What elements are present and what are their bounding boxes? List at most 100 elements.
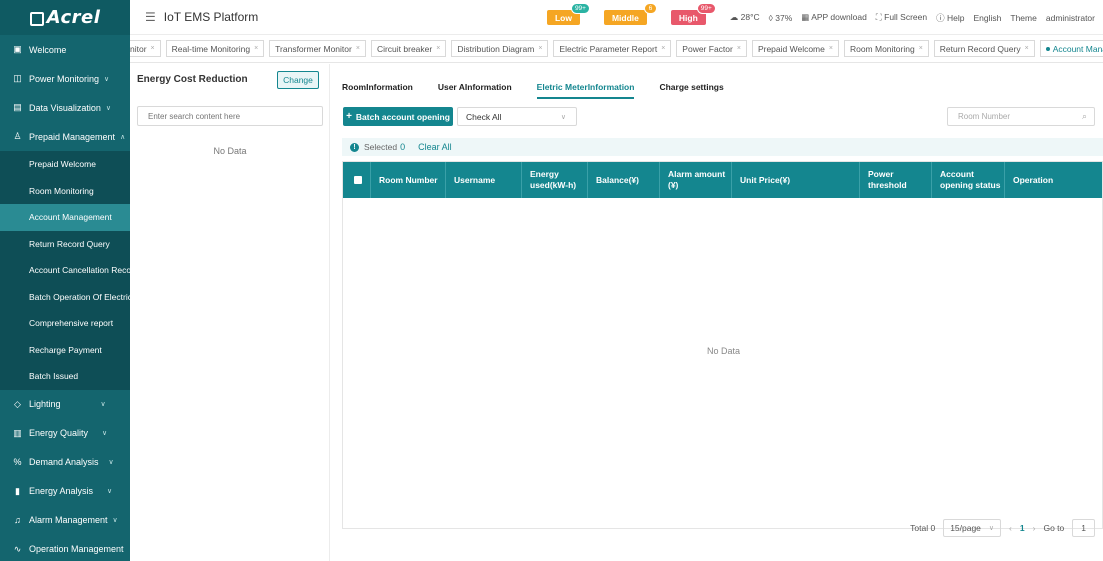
col-balance: Balance(¥) — [588, 162, 660, 198]
alarm-icon: ♫ — [14, 515, 21, 525]
page-tab[interactable]: Room Monitoring × — [843, 40, 929, 57]
app-download-label: APP download — [811, 12, 867, 22]
close-icon[interactable]: × — [661, 45, 665, 52]
sidebar-item-power-monitoring[interactable]: ◫ Power Monitoring ∨ — [0, 64, 130, 93]
sidebar-subitem-label: Account Management — [29, 212, 112, 223]
help-button[interactable]: ⓘ Help — [936, 12, 964, 24]
page-tab[interactable]: Electric Parameter Report × — [553, 40, 672, 57]
tab-user-information[interactable]: User AInformation — [438, 82, 512, 99]
sidebar: Acrel ▣ Welcome ◫ Power Monitoring ∨ ▤ D… — [0, 0, 130, 561]
full-screen-label: Full Screen — [884, 12, 928, 22]
sidebar-item-demand-analysis[interactable]: % Demand Analysis ∨ — [0, 448, 130, 477]
goto-page-input[interactable]: 1 — [1072, 519, 1095, 537]
prev-page-icon[interactable]: ‹ — [1009, 523, 1012, 533]
weather-readout: ☁ 28°C — [730, 12, 760, 23]
close-icon[interactable]: × — [356, 45, 360, 52]
alarm-high-pill[interactable]: High 99+ — [670, 3, 716, 25]
chevron-down-icon: ∨ — [107, 488, 113, 495]
page-tab-label: Return Record Query — [939, 43, 1021, 54]
page-tab[interactable]: Prepaid Welcome × — [751, 40, 839, 57]
close-icon[interactable]: × — [829, 45, 833, 52]
sidebar-item-lighting[interactable]: ◇ Lighting ∨ — [0, 390, 130, 419]
alarm-middle-pill[interactable]: Middle 6 — [603, 3, 657, 25]
page-number-current[interactable]: 1 — [1020, 523, 1025, 533]
page-tab[interactable]: nitor × — [130, 40, 161, 57]
alarm-low-pill[interactable]: Low 99+ — [546, 3, 590, 25]
sidebar-item-label: Power Monitoring — [29, 73, 100, 84]
room-number-placeholder: Room Number — [958, 112, 1011, 121]
close-icon[interactable]: × — [151, 45, 155, 52]
sidebar-item-prepaid-management[interactable]: ♙ Prepaid Management ∧ — [0, 122, 130, 151]
plus-icon: + — [346, 111, 352, 122]
selected-label: Selected — [364, 142, 398, 152]
theme-button[interactable]: Theme — [1010, 13, 1036, 23]
sidebar-item-label: Data Visualization — [29, 102, 101, 113]
sidebar-subitem-return-record-query[interactable]: Return Record Query — [0, 230, 130, 257]
page-tab[interactable]: Circuit breaker × — [370, 40, 447, 57]
page-tab[interactable]: Return Record Query × — [933, 40, 1035, 57]
page-tab[interactable]: Transformer Monitor × — [269, 40, 366, 57]
sidebar-item-energy-quality[interactable]: ▥ Energy Quality ∨ — [0, 419, 130, 448]
page-tab[interactable]: Real-time Monitoring × — [165, 40, 265, 57]
sidebar-item-alarm-management[interactable]: ♫ Alarm Management ∨ — [0, 506, 130, 535]
sidebar-subitem-batch-operation[interactable]: Batch Operation Of Electric — [0, 283, 130, 310]
page-tab-label: Room Monitoring — [849, 43, 915, 54]
close-icon[interactable]: × — [254, 45, 258, 52]
language-selector[interactable]: English — [974, 13, 1002, 23]
search-icon[interactable]: ⌕ — [1082, 111, 1087, 122]
sidebar-item-welcome[interactable]: ▣ Welcome — [0, 35, 130, 64]
close-icon[interactable]: × — [919, 45, 923, 52]
page-tab[interactable]: Distribution Diagram × — [451, 40, 549, 57]
change-button[interactable]: Change — [277, 71, 319, 89]
sidebar-subitem-batch-issued[interactable]: Batch Issued — [0, 363, 130, 390]
room-number-search[interactable]: Room Number ⌕ — [947, 107, 1095, 126]
alarm-count-badge: 99+ — [696, 3, 716, 14]
table-header: Room Number Username Energy used(kW-h) B… — [343, 162, 1102, 198]
sidebar-subitem-label: Batch Operation Of Electric — [29, 291, 130, 302]
user-menu[interactable]: administrator — [1046, 13, 1095, 23]
tree-search-input[interactable] — [137, 106, 323, 126]
sidebar-item-data-visualization[interactable]: ▤ Data Visualization ∨ — [0, 93, 130, 122]
sidebar-subitem-comprehensive-report[interactable]: Comprehensive report — [0, 310, 130, 337]
tab-meter-information[interactable]: Eletric MeterInformation — [536, 82, 635, 99]
batch-account-opening-button[interactable]: + Batch account opening — [343, 107, 453, 126]
close-icon[interactable]: × — [737, 45, 741, 52]
sidebar-subitem-label: Account Cancellation Record — [29, 265, 130, 276]
chevron-down-icon: ∨ — [100, 401, 106, 408]
next-page-icon[interactable]: › — [1033, 523, 1036, 533]
sidebar-subitem-room-monitoring[interactable]: Room Monitoring — [0, 177, 130, 204]
tab-room-information[interactable]: RoomInformation — [342, 82, 413, 99]
sidebar-subitem-prepaid-welcome[interactable]: Prepaid Welcome — [0, 151, 130, 178]
sidebar-item-energy-analysis[interactable]: ▮ Energy Analysis ∨ — [0, 477, 130, 506]
fullscreen-icon: ⛶ — [875, 12, 882, 22]
users-icon: ♙ — [13, 131, 22, 141]
sidebar-subitem-recharge-payment[interactable]: Recharge Payment — [0, 336, 130, 363]
page-size-select[interactable]: 15/page ∨ — [943, 519, 1002, 537]
help-label: Help — [947, 12, 965, 23]
close-icon[interactable]: × — [538, 45, 542, 52]
chevron-down-icon: ∨ — [560, 113, 566, 121]
page-tab[interactable]: Power Factor × — [676, 40, 747, 57]
select-all-checkbox[interactable] — [354, 176, 362, 184]
pager-total: Total 0 — [910, 523, 936, 533]
bar-chart-icon: ▮ — [15, 485, 20, 496]
sidebar-item-operation-management[interactable]: ∿ Operation Management — [0, 535, 130, 561]
alarm-count-badge: 6 — [643, 3, 657, 14]
bulb-icon: ◇ — [14, 398, 21, 409]
tab-charge-settings[interactable]: Charge settings — [659, 82, 723, 99]
page-tab-label: Distribution Diagram — [457, 43, 535, 54]
close-icon[interactable]: × — [436, 45, 440, 52]
page-tab-active[interactable]: Account Management× — [1039, 40, 1103, 57]
close-icon[interactable]: × — [1025, 45, 1029, 52]
sidebar-subitem-account-cancellation[interactable]: Account Cancellation Record — [0, 257, 130, 284]
weather-icon: ☁ — [729, 12, 739, 22]
sidebar-subitem-account-management[interactable]: Account Management — [0, 204, 130, 231]
app-download-link[interactable]: ▦ APP download — [801, 12, 867, 23]
sidebar-item-label: Operation Management — [29, 544, 124, 554]
clear-all-link[interactable]: Clear All — [418, 142, 452, 152]
sidebar-subitem-label: Comprehensive report — [29, 318, 114, 329]
full-screen-button[interactable]: ⛶ Full Screen — [876, 12, 927, 23]
check-all-select[interactable]: Check All ∨ — [457, 107, 577, 126]
menu-toggle-icon[interactable]: ☰ — [145, 10, 156, 24]
sidebar-item-label: Lighting — [29, 399, 61, 409]
